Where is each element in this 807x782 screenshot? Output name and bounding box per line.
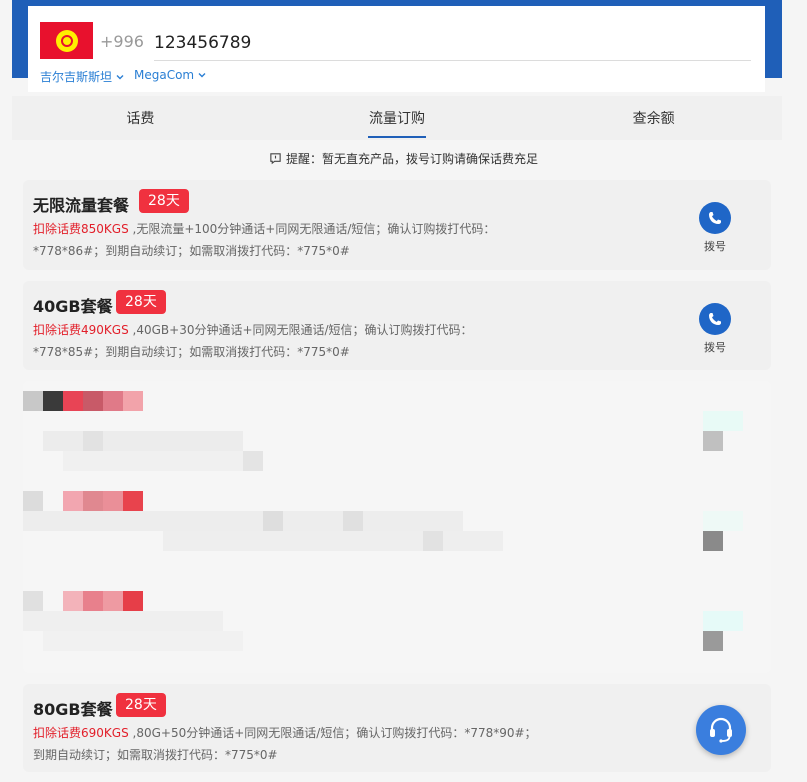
country-label: 吉尔吉斯斯坦 <box>40 70 113 84</box>
fee-text: 扣除话费490KGS <box>33 323 129 337</box>
customer-support-button[interactable] <box>696 705 746 755</box>
duration-badge: 28天 <box>116 290 166 314</box>
package-description: 扣除话费490KGS ,40GB+30分钟通话+同网无限通话/短信；确认订购拨打… <box>33 319 543 363</box>
chevron-down-icon <box>198 73 206 78</box>
duration-badge: 28天 <box>139 189 189 213</box>
fee-text: 扣除话费850KGS <box>33 222 129 236</box>
kyrgyzstan-flag-icon[interactable] <box>40 22 93 59</box>
message-icon <box>270 153 281 165</box>
dial-button[interactable]: 拨号 <box>697 303 733 355</box>
operator-selector[interactable]: MegaCom <box>134 68 207 82</box>
phone-icon <box>709 212 721 224</box>
package-card-unlimited: 无限流量套餐 28天 扣除话费850KGS ,无限流量+100分钟通话+同网无限… <box>23 180 771 270</box>
package-card-40gb: 40GB套餐 28天 扣除话费490KGS ,40GB+30分钟通话+同网无限通… <box>23 281 771 370</box>
headset-icon <box>710 717 732 743</box>
fee-text: 扣除话费690KGS <box>33 726 129 740</box>
tab-data-plans[interactable]: 流量订购 <box>269 96 526 140</box>
package-description: 扣除话费690KGS ,80G+50分钟通话+同网无限通话/短信；确认订购拨打代… <box>33 722 543 766</box>
country-selector[interactable]: 吉尔吉斯斯坦 <box>40 68 125 85</box>
package-card-80gb: 80GB套餐 28天 扣除话费690KGS ,80G+50分钟通话+同网无限通话… <box>23 684 771 772</box>
tab-bar: 话费 流量订购 查余额 <box>12 96 782 140</box>
chevron-down-icon <box>116 74 124 79</box>
operator-label: MegaCom <box>134 68 195 82</box>
dial-button[interactable]: 拨号 <box>697 202 733 254</box>
notice-bar: 提醒：暂无直充产品，拨号订购请确保话费充足 <box>0 150 807 167</box>
package-title: 无限流量套餐 <box>33 196 130 215</box>
package-title: 40GB套餐 <box>33 297 113 316</box>
redacted-packages <box>23 381 771 673</box>
phone-number-input[interactable] <box>154 26 751 61</box>
phone-card: +996 吉尔吉斯斯坦 MegaCom <box>28 6 765 92</box>
tab-check-balance[interactable]: 查余额 <box>525 96 782 140</box>
dial-code: +996 <box>100 32 144 51</box>
duration-badge: 28天 <box>116 693 166 717</box>
tab-phone-credit[interactable]: 话费 <box>12 96 269 140</box>
dial-label: 拨号 <box>704 341 726 354</box>
package-title: 80GB套餐 <box>33 700 113 719</box>
phone-icon <box>709 313 721 325</box>
dial-label: 拨号 <box>704 240 726 253</box>
notice-text: 提醒：暂无直充产品，拨号订购请确保话费充足 <box>285 152 538 166</box>
package-description: 扣除话费850KGS ,无限流量+100分钟通话+同网无限通话/短信；确认订购拨… <box>33 218 543 262</box>
